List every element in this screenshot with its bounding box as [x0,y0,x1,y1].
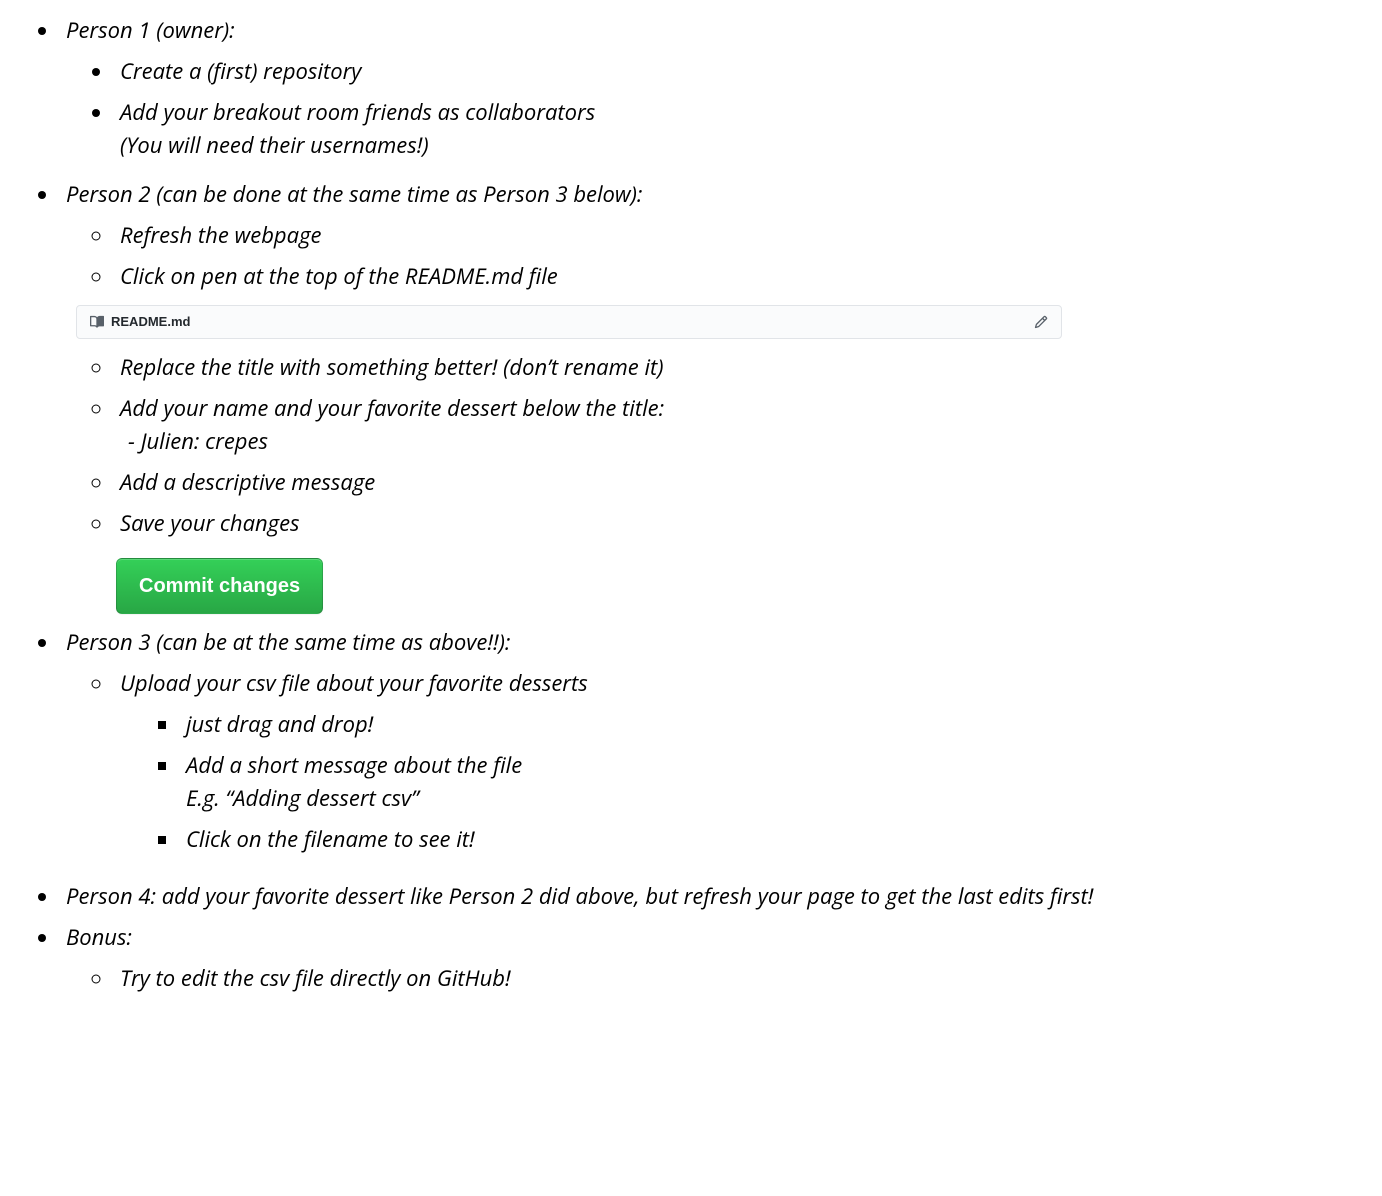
bonus-item: Bonus: Try to edit the csv file directly… [60,917,1352,1007]
person3-title: Person 3 (can be at the same time as abo… [66,627,510,657]
person1-item: Person 1 (owner): Create a (first) repos… [60,10,1352,174]
person3-ss3: Click on the filename to see it! [180,819,1352,860]
person1-title: Person 1 (owner): [66,15,235,45]
instructions-list: Person 1 (owner): Create a (first) repos… [30,10,1352,1007]
person2-b1: Replace the title with something better!… [114,347,1352,388]
book-icon [89,314,105,330]
person1-sub2: Add your breakout room friends as collab… [114,92,1352,166]
person3-subsublist: just drag and drop! Add a short message … [120,704,1352,860]
commit-changes-button[interactable]: Commit changes [116,558,323,614]
bonus-sublist: Try to edit the csv file directly on Git… [66,958,1352,999]
person3-sub1: Upload your csv file about your favorite… [114,663,1352,868]
person2-sublist-a: Refresh the webpage Click on pen at the … [66,215,1352,297]
person1-sublist: Create a (first) repository Add your bre… [66,51,1352,166]
person1-sub1: Create a (first) repository [114,51,1352,92]
person3-sublist: Upload your csv file about your favorite… [66,663,1352,868]
person3-item: Person 3 (can be at the same time as abo… [60,622,1352,876]
person4-item: Person 4: add your favorite dessert like… [60,876,1352,917]
bonus-sub1: Try to edit the csv file directly on Git… [114,958,1352,999]
person2-b3: Add a descriptive message [114,462,1352,503]
readme-file-header: README.md [76,305,1062,339]
person2-b2: Add your name and your favorite dessert … [114,388,1352,462]
person2-item: Person 2 (can be done at the same time a… [60,174,1352,622]
person4-title: Person 4: add your favorite dessert like… [66,881,1093,911]
person3-ss1: just drag and drop! [180,704,1352,745]
bonus-title: Bonus: [66,922,132,952]
readme-filename: README.md [111,312,190,332]
person3-ss2: Add a short message about the file E.g. … [180,745,1352,819]
person2-title: Person 2 (can be done at the same time a… [66,179,642,209]
person2-a1: Refresh the webpage [114,215,1352,256]
person2-sublist-b: Replace the title with something better!… [66,347,1352,544]
person2-a2: Click on pen at the top of the README.md… [114,256,1352,297]
person2-b4: Save your changes [114,503,1352,544]
pencil-icon[interactable] [1033,314,1049,330]
